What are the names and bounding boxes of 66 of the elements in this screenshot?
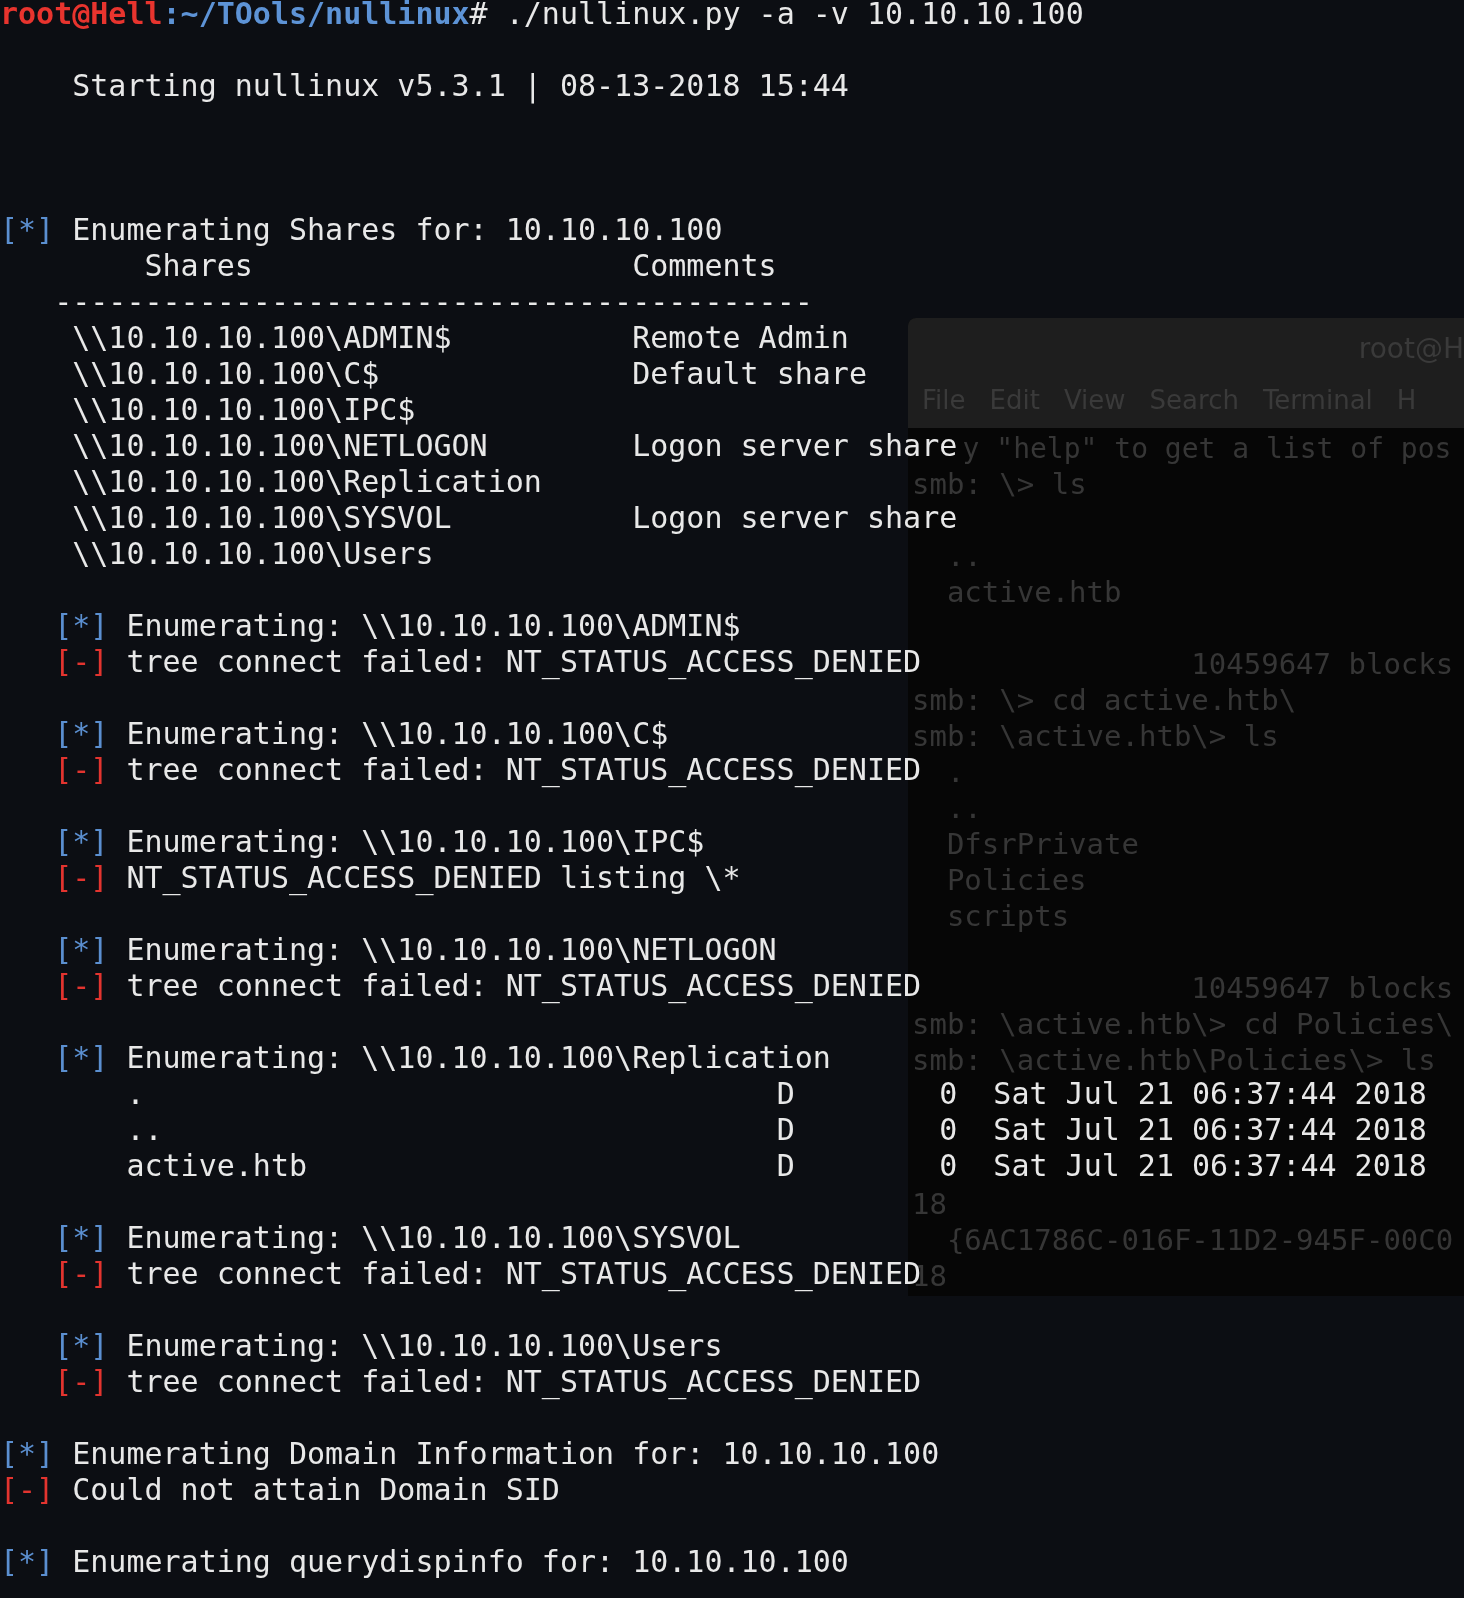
info-marker: [*]	[54, 1220, 109, 1256]
status-text: Enumerating Shares for: 10.10.10.100	[72, 212, 723, 248]
status-text: NT_STATUS_ACCESS_DENIED listing \*	[126, 860, 741, 896]
file-date: Sat Jul 21 06:37:44 2018	[993, 1112, 1427, 1148]
status-text: tree connect failed: NT_STATUS_ACCESS_DENIED	[126, 644, 922, 680]
share-comment: Logon server share	[632, 500, 958, 536]
file-size: 0	[939, 1148, 959, 1184]
column-header: Shares	[144, 248, 254, 284]
error-marker: [-]	[54, 644, 109, 680]
share-path: \\10.10.10.100\C$	[72, 356, 381, 392]
share-path: \\10.10.10.100\ADMIN$	[72, 320, 453, 356]
error-marker: [-]	[54, 860, 109, 896]
error-marker: [-]	[54, 1256, 109, 1292]
share-path: \\10.10.10.100\Users	[72, 536, 435, 572]
error-marker: [-]	[54, 968, 109, 1004]
file-name: active.htb	[126, 1148, 309, 1184]
banner-text: Starting nullinux v5.3.1 | 08-13-2018 15:44	[72, 68, 849, 104]
command-text: # ./nullinux.py -a -v 10.10.10.100	[469, 0, 1084, 32]
column-header: Comments	[632, 248, 777, 284]
status-text: Enumerating: \\10.10.10.100\IPC$	[126, 824, 705, 860]
error-marker: [-]	[0, 1472, 55, 1508]
info-marker: [*]	[54, 1040, 109, 1076]
file-size: 0	[939, 1112, 959, 1148]
error-marker: [-]	[54, 752, 109, 788]
file-attribute: D	[776, 1148, 796, 1184]
file-name: ..	[126, 1112, 164, 1148]
status-text: Enumerating: \\10.10.10.100\Replication	[126, 1040, 831, 1076]
listing-item: ..	[946, 790, 982, 828]
error-marker: [-]	[54, 1364, 109, 1400]
info-marker: [*]	[54, 716, 109, 752]
share-comment: Logon server share	[632, 428, 958, 464]
status-text: Enumerating: \\10.10.10.100\C$	[126, 716, 669, 752]
status-text: tree connect failed: NT_STATUS_ACCESS_DENIED	[126, 968, 922, 1004]
share-path: \\10.10.10.100\SYSVOL	[72, 500, 453, 536]
file-size: 0	[939, 1076, 959, 1112]
info-marker: [*]	[0, 1436, 55, 1472]
share-path: \\10.10.10.100\NETLOGON	[72, 428, 489, 464]
status-text: Enumerating: \\10.10.10.100\NETLOGON	[126, 932, 777, 968]
status-text: tree connect failed: NT_STATUS_ACCESS_DENIED	[126, 752, 922, 788]
share-comment: Default share	[632, 356, 867, 392]
prompt-path: :~/TOols/nullinux	[162, 0, 470, 32]
file-date: Sat Jul 21 06:37:44 2018	[993, 1076, 1427, 1112]
share-path: \\10.10.10.100\IPC$	[72, 392, 417, 428]
file-date: Sat Jul 21 06:37:44 2018	[993, 1148, 1427, 1184]
status-text: Enumerating: \\10.10.10.100\Users	[126, 1328, 723, 1364]
dashed-rule: ------------------------------------------	[54, 284, 813, 320]
status-text: Enumerating querydispinfo for: 10.10.10.100	[72, 1544, 849, 1580]
file-attribute: D	[776, 1076, 796, 1112]
info-marker: [*]	[54, 1328, 109, 1364]
status-text: Enumerating: \\10.10.10.100\ADMIN$	[126, 608, 741, 644]
file-name: .	[126, 1076, 146, 1112]
prompt-user: root@Hell	[0, 0, 163, 32]
share-path: \\10.10.10.100\Replication	[72, 464, 543, 500]
info-marker: [*]	[54, 932, 109, 968]
listing-item: ..	[946, 538, 982, 576]
status-text: tree connect failed: NT_STATUS_ACCESS_DENIED	[126, 1364, 922, 1400]
info-marker: [*]	[54, 824, 109, 860]
info-marker: [*]	[54, 608, 109, 644]
status-text: Could not attain Domain SID	[72, 1472, 560, 1508]
status-text: Enumerating: \\10.10.10.100\SYSVOL	[126, 1220, 741, 1256]
file-attribute: D	[776, 1112, 796, 1148]
share-comment: Remote Admin	[632, 320, 849, 356]
info-marker: [*]	[0, 1544, 55, 1580]
listing-item: .	[946, 754, 965, 792]
status-text: Enumerating Domain Information for: 10.10.10.100	[72, 1436, 940, 1472]
info-marker: [*]	[0, 212, 55, 248]
